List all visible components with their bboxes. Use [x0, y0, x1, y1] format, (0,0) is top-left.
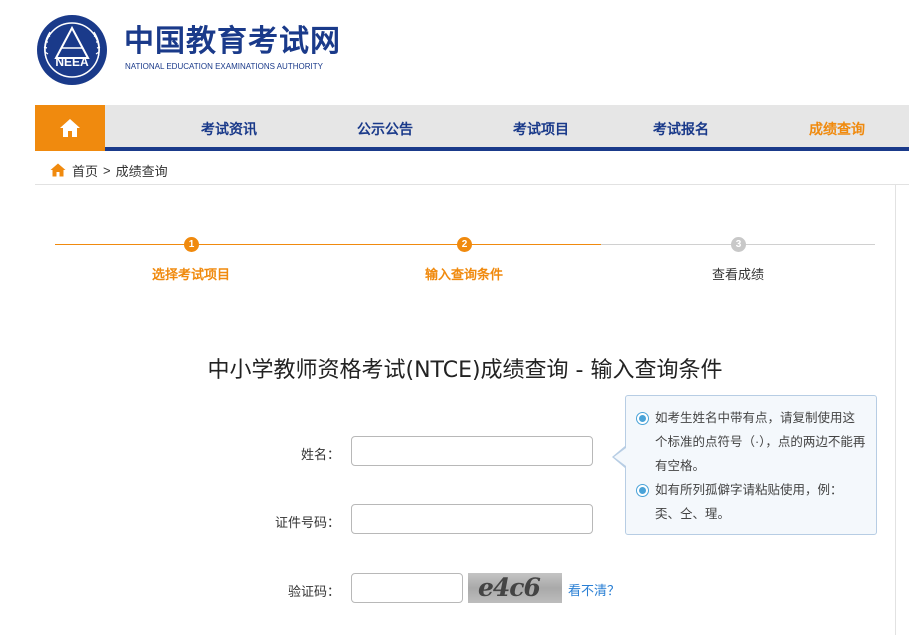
- step-2-marker: 2: [457, 237, 472, 252]
- form-title: 中小学教师资格考试(NTCE)成绩查询 - 输入查询条件: [207, 358, 723, 383]
- main-nav: 考试资讯 公示公告 考试项目 考试报名 成绩查询: [35, 105, 909, 151]
- captcha-refresh-link[interactable]: 看不清？: [568, 580, 620, 599]
- captcha-image[interactable]: e4c6: [468, 573, 562, 603]
- nav-item-exam-projects[interactable]: 考试项目: [513, 105, 569, 151]
- site-title-en: NATIONAL EDUCATION EXAMINATIONS AUTHORIT…: [125, 62, 323, 71]
- tip-item: 如考生姓名中带有点，请复制使用这个标准的点符号（·），点的两边不能再有空格。: [636, 406, 866, 478]
- tip-text: 如有所列孤僻字请粘贴使用，例：奀、仝、瑆。: [655, 483, 843, 521]
- nav-item-announcements[interactable]: 公示公告: [357, 105, 413, 151]
- bullet-icon: [636, 484, 649, 497]
- step-2-label: 输入查询条件: [424, 267, 503, 282]
- captcha-input[interactable]: [351, 573, 463, 603]
- name-label: 姓名：: [300, 447, 340, 462]
- nav-home-button[interactable]: [35, 105, 105, 151]
- progress-line-done: [55, 244, 601, 245]
- id-number-input[interactable]: [351, 504, 593, 534]
- tip-text: 如考生姓名中带有点，请复制使用这个标准的点符号（·），点的两边不能再有空格。: [655, 411, 866, 473]
- bullet-icon: [636, 412, 649, 425]
- site-title-cn[interactable]: 中国教育考试网: [124, 24, 341, 60]
- breadcrumb-separator: >: [103, 162, 111, 178]
- breadcrumb-home-link[interactable]: 首页: [72, 161, 98, 180]
- tip-item: 如有所列孤僻字请粘贴使用，例：奀、仝、瑆。: [636, 478, 866, 526]
- step-3-marker: 3: [731, 237, 746, 252]
- step-1-label: 选择考试项目: [151, 267, 230, 282]
- name-input[interactable]: [351, 436, 593, 466]
- divider: [35, 184, 909, 185]
- nav-item-exam-news[interactable]: 考试资讯: [201, 105, 257, 151]
- breadcrumb: 首页 > 成绩查询: [50, 160, 168, 180]
- input-tips-box: 如考生姓名中带有点，请复制使用这个标准的点符号（·），点的两边不能再有空格。 如…: [625, 395, 877, 535]
- nav-item-registration[interactable]: 考试报名: [653, 105, 709, 151]
- home-icon: [60, 119, 80, 137]
- nav-item-score-query[interactable]: 成绩查询: [809, 105, 865, 151]
- site-header: NEEA 中国教育考试网 NATIONAL EDUCATION EXAMINAT…: [0, 0, 909, 105]
- captcha-label: 验证码：: [287, 584, 340, 599]
- step-1-marker: 1: [184, 237, 199, 252]
- tip-pointer-inner: [614, 448, 626, 466]
- home-icon: [50, 163, 66, 177]
- id-number-label: 证件号码：: [274, 515, 340, 530]
- captcha-image-text: e4c6: [478, 573, 541, 602]
- content-border: [895, 185, 896, 635]
- neea-emblem-logo[interactable]: NEEA: [36, 14, 108, 86]
- step-3-label: 查看成绩: [711, 267, 764, 282]
- breadcrumb-current: 成绩查询: [115, 163, 168, 179]
- svg-text:NEEA: NEEA: [55, 55, 89, 69]
